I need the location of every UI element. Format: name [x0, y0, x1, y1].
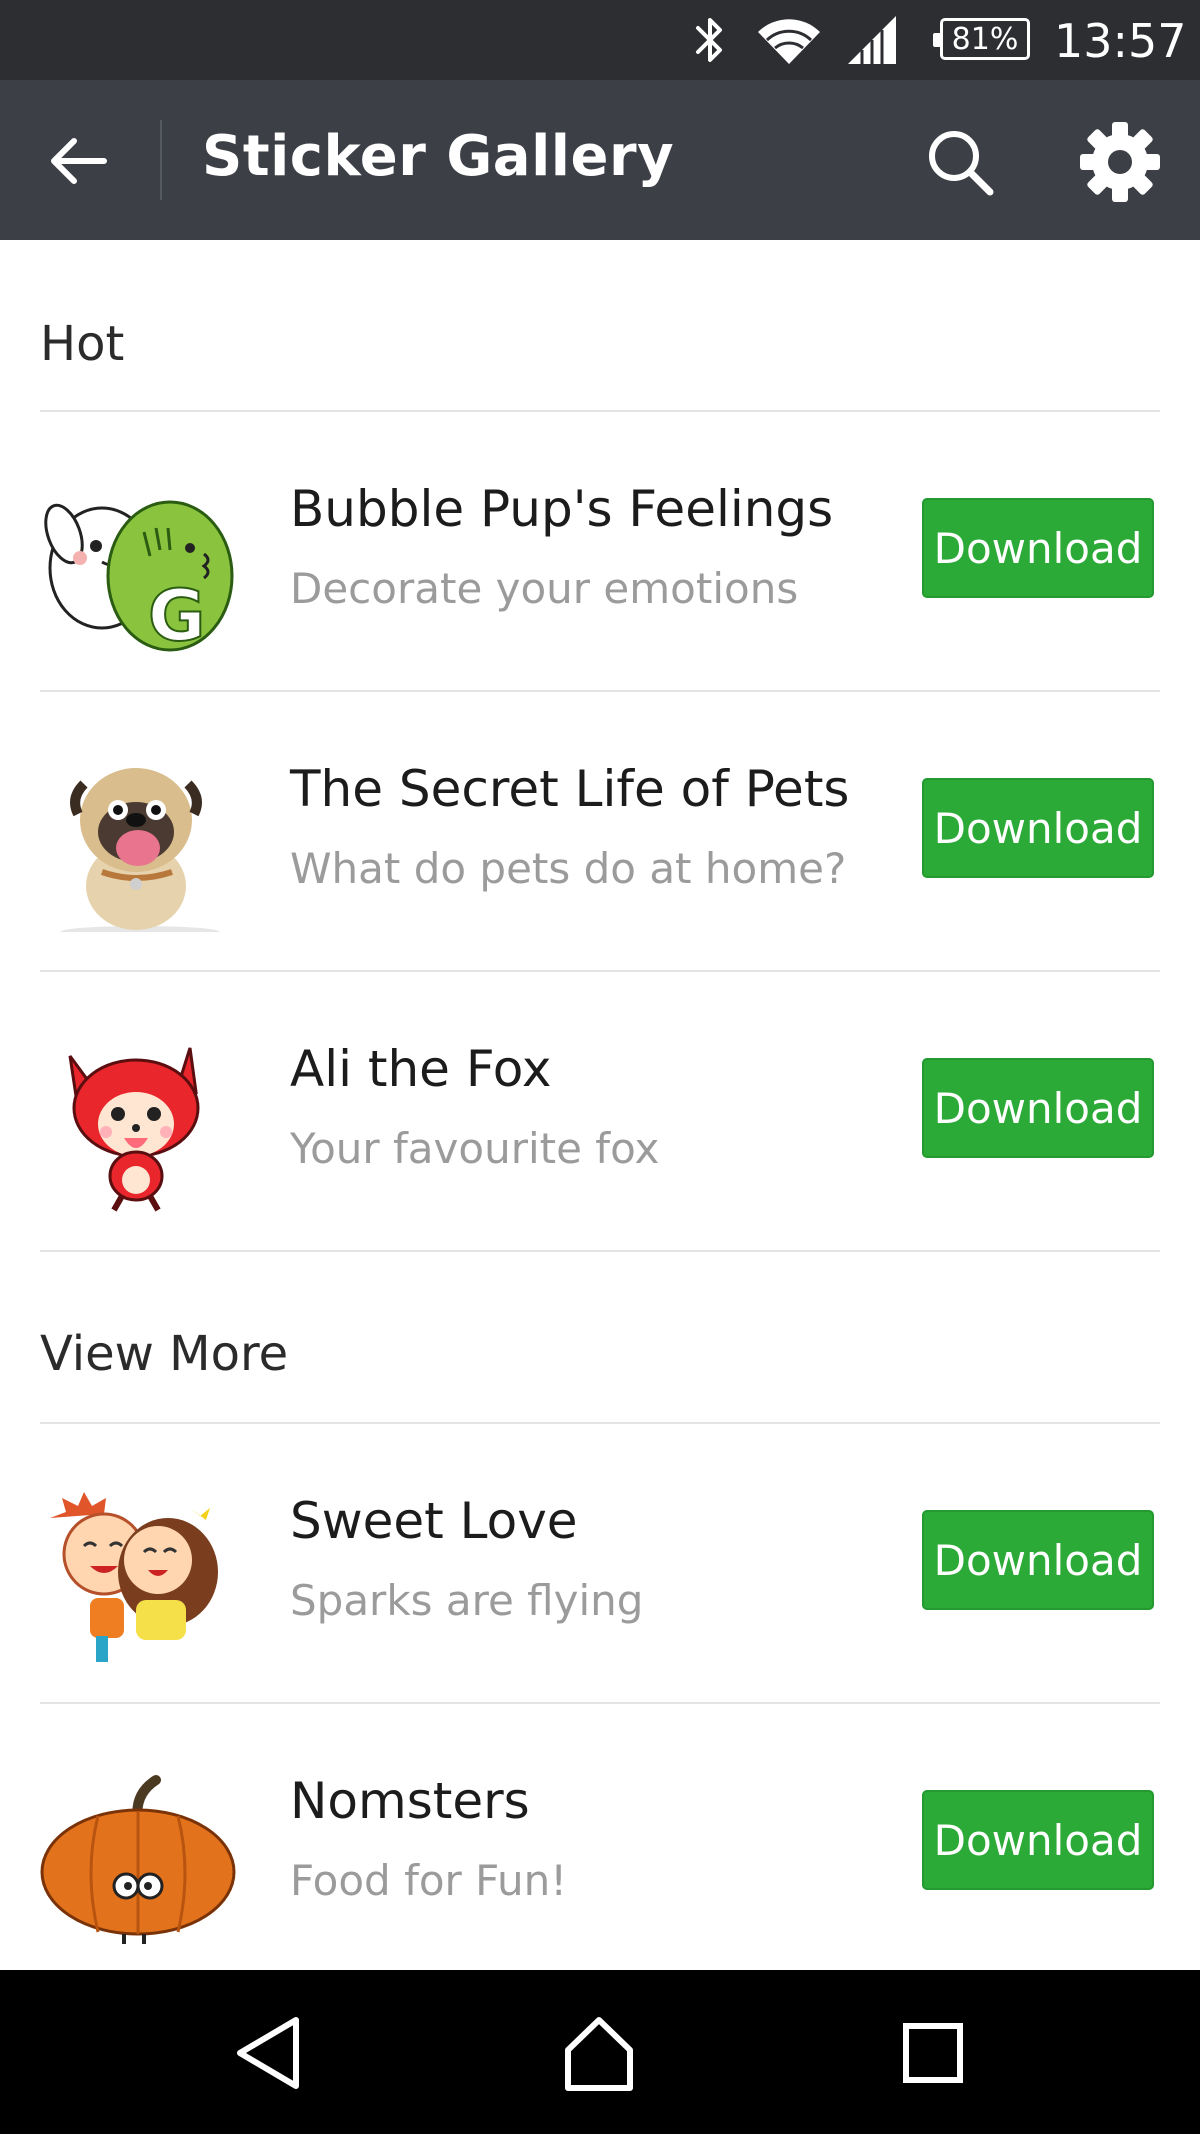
status-bar: 81% 13:57: [0, 0, 1200, 80]
system-navigation-bar: [0, 1970, 1200, 2134]
nav-home-icon[interactable]: [554, 2008, 644, 2098]
item-subtitle: Food for Fun!: [290, 1856, 568, 1905]
item-subtitle: Sparks are flying: [290, 1576, 644, 1625]
app-bar: Sticker Gallery: [0, 80, 1200, 240]
download-button[interactable]: Download: [922, 1790, 1154, 1890]
item-subtitle: Your favourite fox: [290, 1124, 660, 1173]
item-title: Ali the Fox: [290, 1040, 552, 1098]
back-arrow-icon[interactable]: [44, 126, 114, 196]
download-button[interactable]: Download: [922, 778, 1154, 878]
download-button[interactable]: Download: [922, 1510, 1154, 1610]
download-button[interactable]: Download: [922, 1058, 1154, 1158]
battery-indicator: 81%: [933, 18, 1030, 60]
divider: [40, 1250, 1160, 1252]
item-subtitle: What do pets do at home?: [290, 844, 847, 893]
bubble-pup-sticker: G: [44, 500, 234, 652]
clock: 13:57: [1054, 14, 1187, 68]
list-item[interactable]: The Secret Life of Pets What do pets do …: [0, 692, 1200, 970]
section-header-hot: Hot: [40, 316, 125, 372]
item-title: Nomsters: [290, 1772, 530, 1830]
list-item[interactable]: Sweet Love Sparks are flying Download: [0, 1424, 1200, 1702]
red-fox-sticker: [68, 1047, 200, 1212]
download-button[interactable]: Download: [922, 498, 1154, 598]
app-bar-divider: [160, 120, 162, 200]
wifi-icon: [758, 19, 820, 64]
item-subtitle: Decorate your emotions: [290, 564, 799, 613]
pumpkin-sticker: [40, 1775, 236, 1944]
sticker-list: Hot G Bubble Pup's Feelings Decorate you…: [0, 240, 1200, 1970]
hugging-couple-sticker: [50, 1492, 218, 1662]
item-title: The Secret Life of Pets: [290, 760, 850, 818]
app-screen: 81% 13:57 Sticker Gallery Hot G Bubble P…: [0, 0, 1200, 2134]
list-item[interactable]: G Bubble Pup's Feelings Decorate your em…: [0, 412, 1200, 690]
section-header-view-more: View More: [40, 1326, 289, 1382]
signal-icon: [848, 16, 896, 64]
item-title: Bubble Pup's Feelings: [290, 480, 834, 538]
page-title: Sticker Gallery: [202, 124, 675, 189]
nav-recents-icon[interactable]: [888, 2008, 978, 2098]
list-item[interactable]: Ali the Fox Your favourite fox Download: [0, 972, 1200, 1250]
bluetooth-icon: [696, 18, 722, 62]
gear-icon[interactable]: [1078, 120, 1162, 204]
pug-sticker: [60, 768, 220, 932]
item-title: Sweet Love: [290, 1492, 578, 1550]
svg-text:G: G: [148, 575, 205, 652]
nav-back-icon[interactable]: [224, 2008, 314, 2098]
search-icon[interactable]: [922, 124, 998, 200]
list-item[interactable]: Nomsters Food for Fun! Download: [0, 1704, 1200, 1982]
